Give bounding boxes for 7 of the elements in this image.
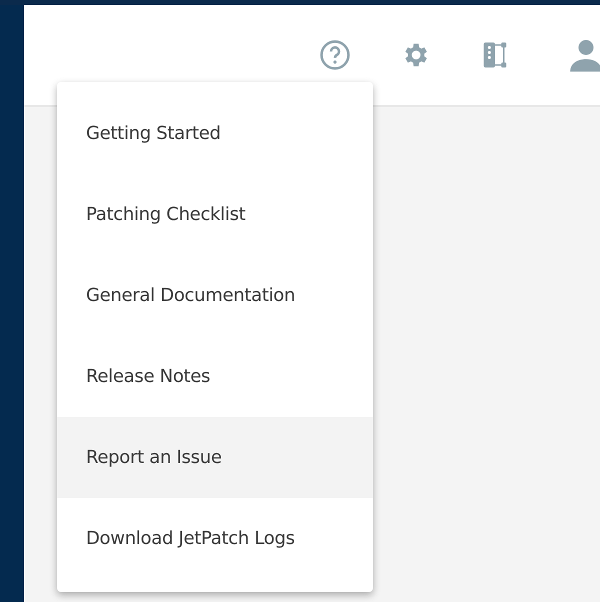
menu-item[interactable]: Download JetPatch Logs: [57, 498, 373, 579]
menu-item[interactable]: Release Notes: [57, 336, 373, 417]
menu-item[interactable]: Getting Started: [57, 93, 373, 174]
menu-item[interactable]: Report an Issue: [57, 417, 373, 498]
menu-item[interactable]: General Documentation: [57, 255, 373, 336]
help-icon[interactable]: [318, 38, 352, 72]
menu-item[interactable]: Patching Checklist: [57, 174, 373, 255]
